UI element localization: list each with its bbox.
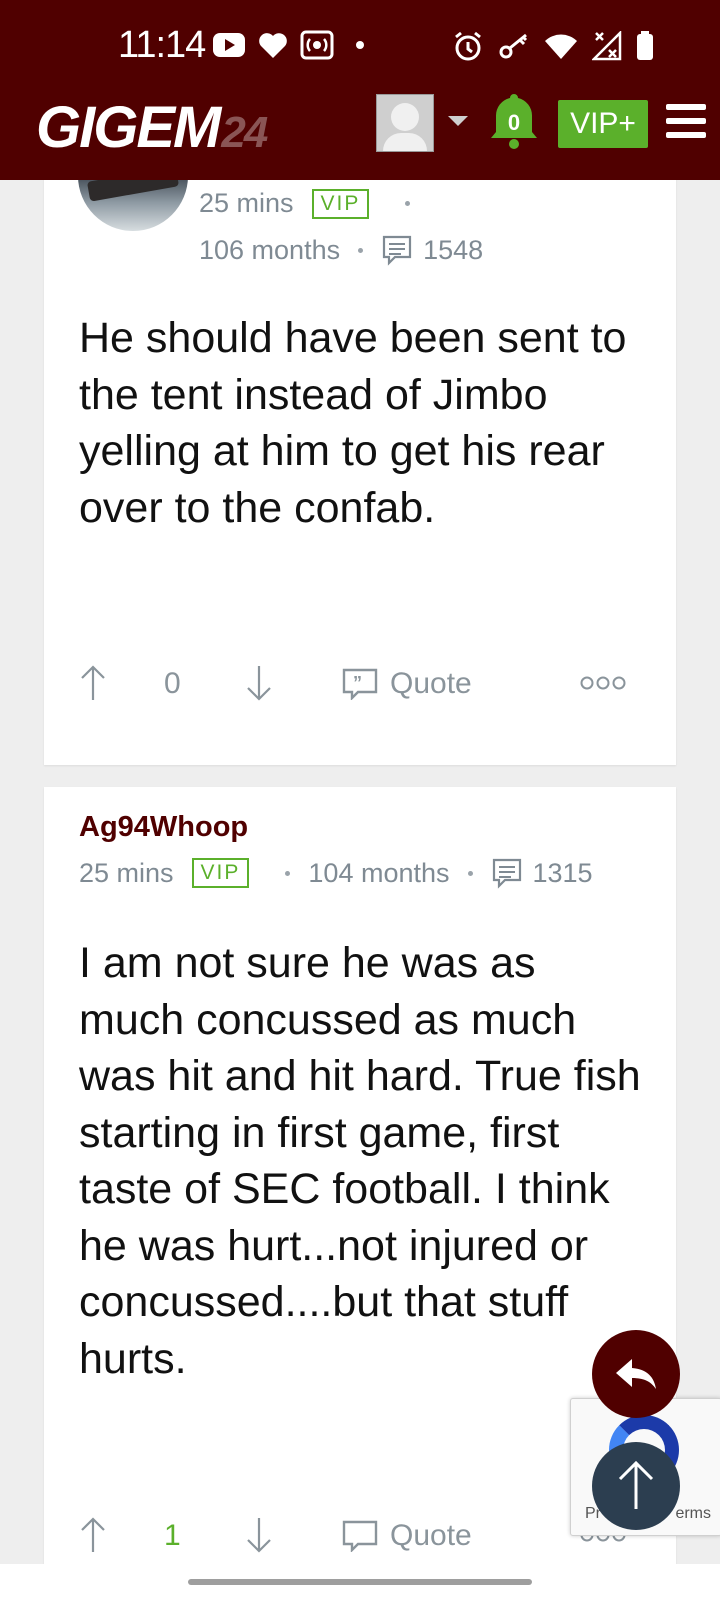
site-nav-bar: GIGEM24 0 VIP+ bbox=[0, 90, 720, 180]
comment-body: He should have been sent to the tent ins… bbox=[79, 314, 627, 532]
status-time: 11:14 bbox=[118, 24, 206, 66]
member-tenure: 106 months bbox=[199, 234, 341, 265]
comment-card: 25 mins VIP 106 months 1548 He should ha… bbox=[44, 120, 676, 765]
alarm-icon bbox=[455, 31, 481, 61]
youtube-icon bbox=[213, 33, 245, 57]
downvote-arrow-icon[interactable] bbox=[246, 665, 272, 701]
comment-username[interactable]: Ag94Whoop bbox=[79, 811, 248, 844]
status-bar: 11:14 bbox=[0, 0, 720, 90]
site-logo[interactable]: GIGEM24 bbox=[36, 94, 268, 161]
quote-button[interactable]: ” Quote bbox=[342, 667, 472, 701]
hamburger-menu-icon[interactable] bbox=[666, 104, 706, 140]
more-options-icon[interactable] bbox=[580, 675, 626, 691]
user-avatar-menu[interactable] bbox=[376, 94, 434, 152]
comment-meta-row2: 106 months 1548 bbox=[199, 234, 483, 266]
vip-badge: VIP bbox=[191, 858, 250, 888]
comment-meta: 25 mins VIP 104 months 1315 bbox=[79, 857, 593, 889]
notification-dot-icon bbox=[356, 41, 364, 49]
logo-text: GIGEM bbox=[36, 95, 221, 160]
separator-dot bbox=[405, 201, 411, 206]
logo-number: 24 bbox=[221, 108, 268, 157]
upvote-arrow-icon[interactable] bbox=[80, 1517, 106, 1553]
reply-arrow-icon bbox=[616, 1359, 656, 1389]
post-count-value: 1548 bbox=[423, 234, 484, 265]
gesture-handle[interactable] bbox=[188, 1579, 532, 1585]
post-count: 1548 bbox=[381, 234, 483, 266]
post-count: 1315 bbox=[491, 857, 593, 889]
svg-text:”: ” bbox=[353, 673, 362, 693]
radio-icon bbox=[300, 30, 334, 60]
arrow-up-icon bbox=[618, 1461, 654, 1509]
quote-label: Quote bbox=[390, 667, 472, 700]
battery-icon bbox=[637, 31, 653, 60]
signal-off-icon bbox=[592, 31, 622, 61]
reply-button[interactable] bbox=[592, 1330, 680, 1418]
quote-button[interactable]: Quote bbox=[342, 1519, 472, 1553]
recaptcha-terms-link[interactable]: erms bbox=[675, 1505, 711, 1523]
system-nav-bar bbox=[0, 1564, 720, 1600]
separator-dot bbox=[358, 247, 364, 253]
separator-dot bbox=[467, 870, 473, 876]
quote-icon: ” bbox=[342, 668, 378, 700]
upvote-arrow-icon[interactable] bbox=[80, 665, 106, 701]
comment-meta: 25 mins VIP bbox=[199, 188, 428, 219]
comment-time: 25 mins bbox=[199, 188, 294, 218]
notifications-button[interactable]: 0 bbox=[490, 92, 538, 150]
scroll-to-top-button[interactable] bbox=[592, 1442, 680, 1530]
vote-count: 0 bbox=[164, 667, 181, 700]
post-count-value: 1315 bbox=[532, 857, 593, 888]
vip-plus-button[interactable]: VIP+ bbox=[558, 100, 648, 148]
quote-label: Quote bbox=[390, 1519, 472, 1552]
key-icon bbox=[499, 33, 528, 59]
comment-time: 25 mins bbox=[79, 857, 174, 888]
comment-body: I am not sure he was as much concussed a… bbox=[79, 939, 641, 1383]
member-tenure: 104 months bbox=[308, 857, 450, 888]
quote-icon bbox=[342, 1520, 378, 1552]
chevron-down-icon[interactable] bbox=[448, 116, 468, 126]
comment-count-icon bbox=[382, 235, 412, 266]
vip-badge: VIP bbox=[311, 188, 370, 219]
separator-dot bbox=[285, 870, 291, 876]
heart-icon bbox=[259, 33, 287, 58]
comment-count-icon bbox=[492, 858, 521, 889]
site-header: 11:14 GIGEM24 0 VIP+ bbox=[0, 0, 720, 180]
wifi-icon bbox=[545, 34, 577, 59]
downvote-arrow-icon[interactable] bbox=[246, 1517, 272, 1553]
comment-actions: 0 ” Quote bbox=[44, 665, 676, 705]
vote-count: 1 bbox=[164, 1519, 181, 1552]
notification-count: 0 bbox=[507, 110, 521, 135]
